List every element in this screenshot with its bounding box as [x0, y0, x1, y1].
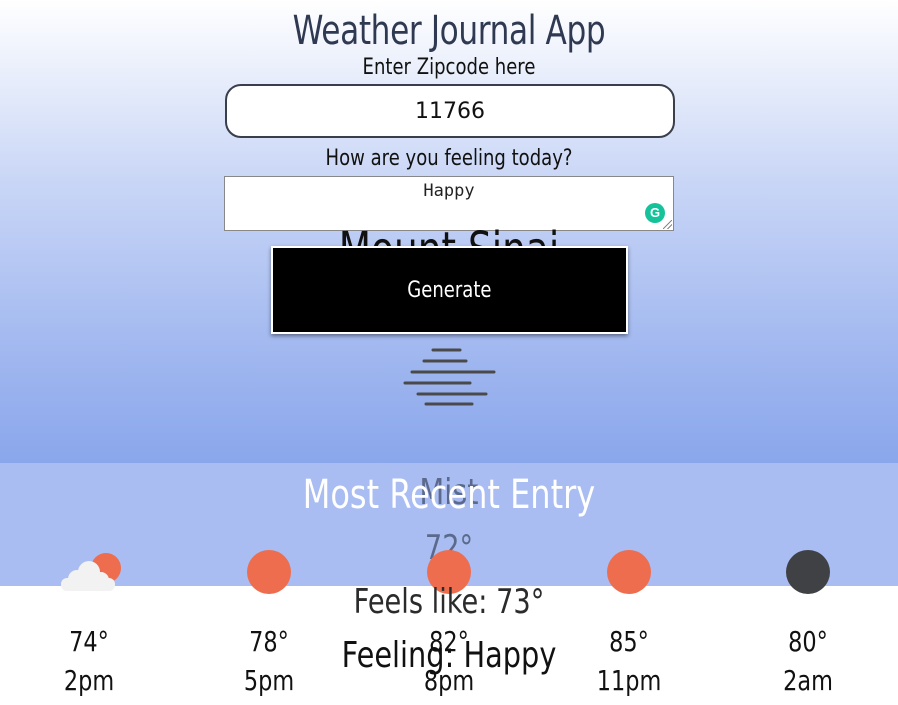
- recent-entry-title: Most Recent Entry: [302, 472, 596, 518]
- generate-button-label: Generate: [407, 277, 492, 303]
- generate-button[interactable]: Generate: [271, 246, 628, 334]
- city-name: Mount Sinai: [99, 222, 799, 246]
- mist-icon: [403, 348, 496, 406]
- zip-input[interactable]: [225, 84, 675, 138]
- grammarly-icon[interactable]: G: [645, 203, 665, 223]
- zip-label: Enter Zipcode here: [362, 55, 536, 80]
- feelings-label: How are you feeling today?: [325, 146, 573, 171]
- feels-like: Feels like: 73°: [353, 582, 545, 622]
- feeling-entry: Feeling: Happy: [341, 635, 557, 676]
- app-title: Weather Journal App: [292, 8, 606, 54]
